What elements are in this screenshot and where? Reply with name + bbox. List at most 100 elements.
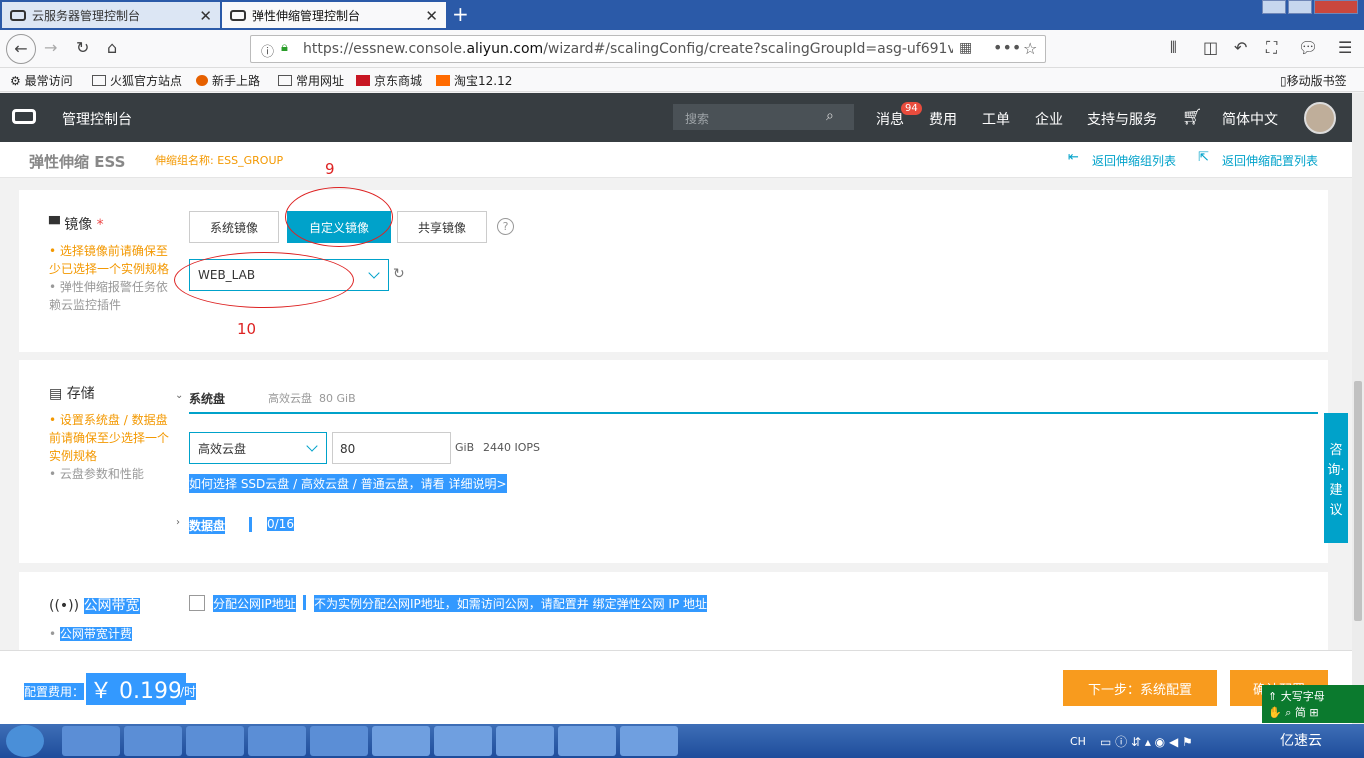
storage-tips: • 设置系统盘 / 数据盘前请确保至少选择一个实例规格 • 云盘参数和性能	[49, 411, 174, 483]
home-icon[interactable]: ⌂	[107, 38, 117, 57]
consult-suggest-tab[interactable]: 咨询·建议	[1324, 413, 1348, 543]
chat-icon[interactable]: 💬︎	[1298, 38, 1318, 57]
tab-ess-console[interactable]: 弹性伸缩管理控制台 ✕	[222, 2, 446, 28]
cart-icon[interactable]: 🛒︎	[1182, 107, 1202, 126]
bandwidth-tip: • 公网带宽计费	[49, 627, 132, 641]
phone-icon: ▯	[1280, 74, 1287, 88]
minimize-window-icon[interactable]	[1262, 0, 1286, 14]
public-ip-note: 不为实例分配公网IP地址，如需访问公网，请配置并 绑定弹性公网 IP 地址	[314, 595, 707, 612]
explorer-icon[interactable]	[434, 726, 492, 756]
bandwidth-section: ((•)) 公网带宽 • 公网带宽计费 分配公网IP地址 不为实例分配公网IP地…	[19, 572, 1328, 650]
notepad-icon[interactable]	[558, 726, 616, 756]
back-group-list-link[interactable]: 返回伸缩组列表	[1092, 152, 1176, 169]
disk-help-link[interactable]: 如何选择 SSD云盘 / 高效云盘 / 普通云盘，请看 详细说明>	[189, 474, 507, 493]
bookmark-common-sites[interactable]: 常用网址	[278, 72, 344, 89]
more-actions-icon[interactable]: •••	[993, 38, 1021, 57]
avatar[interactable]	[1304, 102, 1336, 134]
tray-icons[interactable]: ▭ ⓘ ⇵ ▴ ◉ ◀ ⚑	[1100, 733, 1193, 750]
search-icon[interactable]: ⌕	[826, 108, 834, 124]
firefox-taskbar-icon[interactable]	[372, 726, 430, 756]
bookmark-star-icon[interactable]: ☆	[1023, 39, 1037, 58]
windows-taskbar: CH ▭ ⓘ ⇵ ▴ ◉ ◀ ⚑ 亿速云	[0, 724, 1364, 758]
system-disk-divider	[189, 412, 1318, 414]
tab-ecs-console[interactable]: 云服务器管理控制台 ✕	[2, 2, 220, 28]
tray-language[interactable]: CH	[1070, 735, 1086, 748]
annotation-circle-9	[285, 187, 393, 247]
word-icon[interactable]	[620, 726, 678, 756]
ime-status-bar[interactable]: ⇑ 大写字母 ✋ ⌕ 简 ⊞	[1262, 685, 1364, 723]
tab-shared-image[interactable]: 共享镜像	[397, 211, 487, 243]
firefox-icon	[196, 75, 208, 86]
taskbar-app-icon[interactable]	[186, 726, 244, 756]
bookmark-most-visited[interactable]: ⚙ 最常访问	[10, 72, 73, 89]
nav-support[interactable]: 支持与服务	[1087, 109, 1157, 129]
close-tab-icon[interactable]: ✕	[425, 7, 438, 25]
sidebar-icon[interactable]: ◫	[1203, 38, 1218, 57]
assign-public-ip-checkbox[interactable]	[189, 595, 205, 611]
collapse-chevron-icon[interactable]: ⌄	[175, 390, 183, 401]
tab-system-image[interactable]: 系统镜像	[189, 211, 279, 243]
bookmark-jd[interactable]: 京东商城	[356, 72, 422, 89]
fee-bar: 配置费用： ￥ 0.199 /时 下一步：系统配置 确认配置	[0, 650, 1352, 724]
info-icon[interactable]: ⓘ	[261, 41, 274, 60]
expand-chevron-icon[interactable]: ›	[176, 517, 180, 528]
console-search-input[interactable]: 搜索 ⌕	[673, 104, 854, 130]
data-disk-count: 0/16	[267, 517, 294, 531]
data-disk-label[interactable]: 数据盘	[189, 517, 226, 534]
close-window-icon[interactable]	[1314, 0, 1358, 14]
ie-icon[interactable]	[124, 726, 182, 756]
disk-type-select[interactable]: 高效云盘	[189, 432, 327, 464]
bookmark-getting-started[interactable]: 新手上路	[196, 72, 260, 89]
storage-section-title: ▤ 存储	[49, 386, 95, 402]
forward-arrow-icon[interactable]: →	[44, 38, 57, 57]
scrollbar-thumb[interactable]	[1354, 381, 1362, 621]
assign-public-ip-label[interactable]: 分配公网IP地址	[213, 595, 296, 612]
bookmark-firefox-site[interactable]: 火狐官方站点	[92, 72, 182, 89]
page-scrollbar[interactable]	[1352, 93, 1364, 724]
disk-size-input[interactable]: 80	[332, 432, 451, 464]
tab-label: 云服务器管理控制台	[32, 8, 141, 23]
nav-messages[interactable]: 消息	[876, 109, 904, 129]
storage-tip-1: • 设置系统盘 / 数据盘前请确保至少选择一个实例规格	[49, 413, 170, 463]
image-tip-1: • 选择镜像前请确保至少已选择一个实例规格	[49, 244, 170, 276]
highlight-bar	[303, 595, 306, 610]
taskbar-app-icon[interactable]	[62, 726, 120, 756]
disk-icon: ▤	[49, 386, 67, 402]
aliyun-logo-icon[interactable]	[12, 109, 36, 124]
nav-enterprise[interactable]: 企业	[1035, 109, 1063, 129]
taskbar-app-icon[interactable]	[496, 726, 554, 756]
ime-mode: ✋ ⌕ 简 ⊞	[1268, 706, 1319, 719]
monitor-icon: ▀	[49, 217, 65, 233]
refresh-icon[interactable]: ↻	[393, 266, 405, 282]
back-arrow-icon[interactable]: ←	[6, 34, 36, 64]
maximize-window-icon[interactable]	[1288, 0, 1312, 14]
library-icon[interactable]: ⫴	[1170, 38, 1177, 58]
storage-section: ▤ 存储 • 设置系统盘 / 数据盘前请确保至少选择一个实例规格 • 云盘参数和…	[19, 360, 1328, 563]
video-player-icon[interactable]	[310, 726, 368, 756]
address-bar[interactable]: ⓘ 🔒︎ https://essnew.console.aliyun.com/w…	[250, 35, 1046, 63]
chevron-down-icon	[306, 440, 318, 452]
back-config-list-icon: ⇱	[1198, 150, 1209, 165]
screenshot-icon[interactable]: ⛶	[1266, 38, 1277, 58]
next-system-config-button[interactable]: 下一步：系统配置	[1063, 670, 1217, 706]
new-tab-plus-icon[interactable]: +	[452, 2, 469, 26]
folder-icon	[278, 75, 292, 86]
undo-icon[interactable]: ↶	[1234, 38, 1247, 57]
storage-tip-2: • 云盘参数和性能	[49, 467, 144, 481]
nav-fees[interactable]: 费用	[929, 109, 957, 129]
qr-code-icon[interactable]: ▦	[959, 40, 972, 56]
iqiyi-icon[interactable]	[248, 726, 306, 756]
fee-price: ￥ 0.199	[86, 673, 186, 705]
reload-icon[interactable]: ↻	[76, 38, 89, 57]
start-button-icon[interactable]	[6, 725, 44, 757]
bookmark-taobao[interactable]: 淘宝12.12	[436, 72, 512, 89]
system-disk-label[interactable]: 系统盘	[189, 390, 225, 407]
menu-icon[interactable]: ☰	[1338, 38, 1352, 57]
nav-language[interactable]: 简体中文	[1222, 109, 1278, 129]
back-config-list-link[interactable]: 返回伸缩配置列表	[1222, 152, 1318, 169]
close-tab-icon[interactable]: ✕	[199, 7, 212, 25]
help-icon[interactable]: ?	[497, 218, 514, 235]
bookmark-mobile[interactable]: ▯移动版书签	[1280, 72, 1347, 89]
console-title[interactable]: 管理控制台	[62, 109, 132, 129]
nav-tickets[interactable]: 工单	[982, 109, 1010, 129]
